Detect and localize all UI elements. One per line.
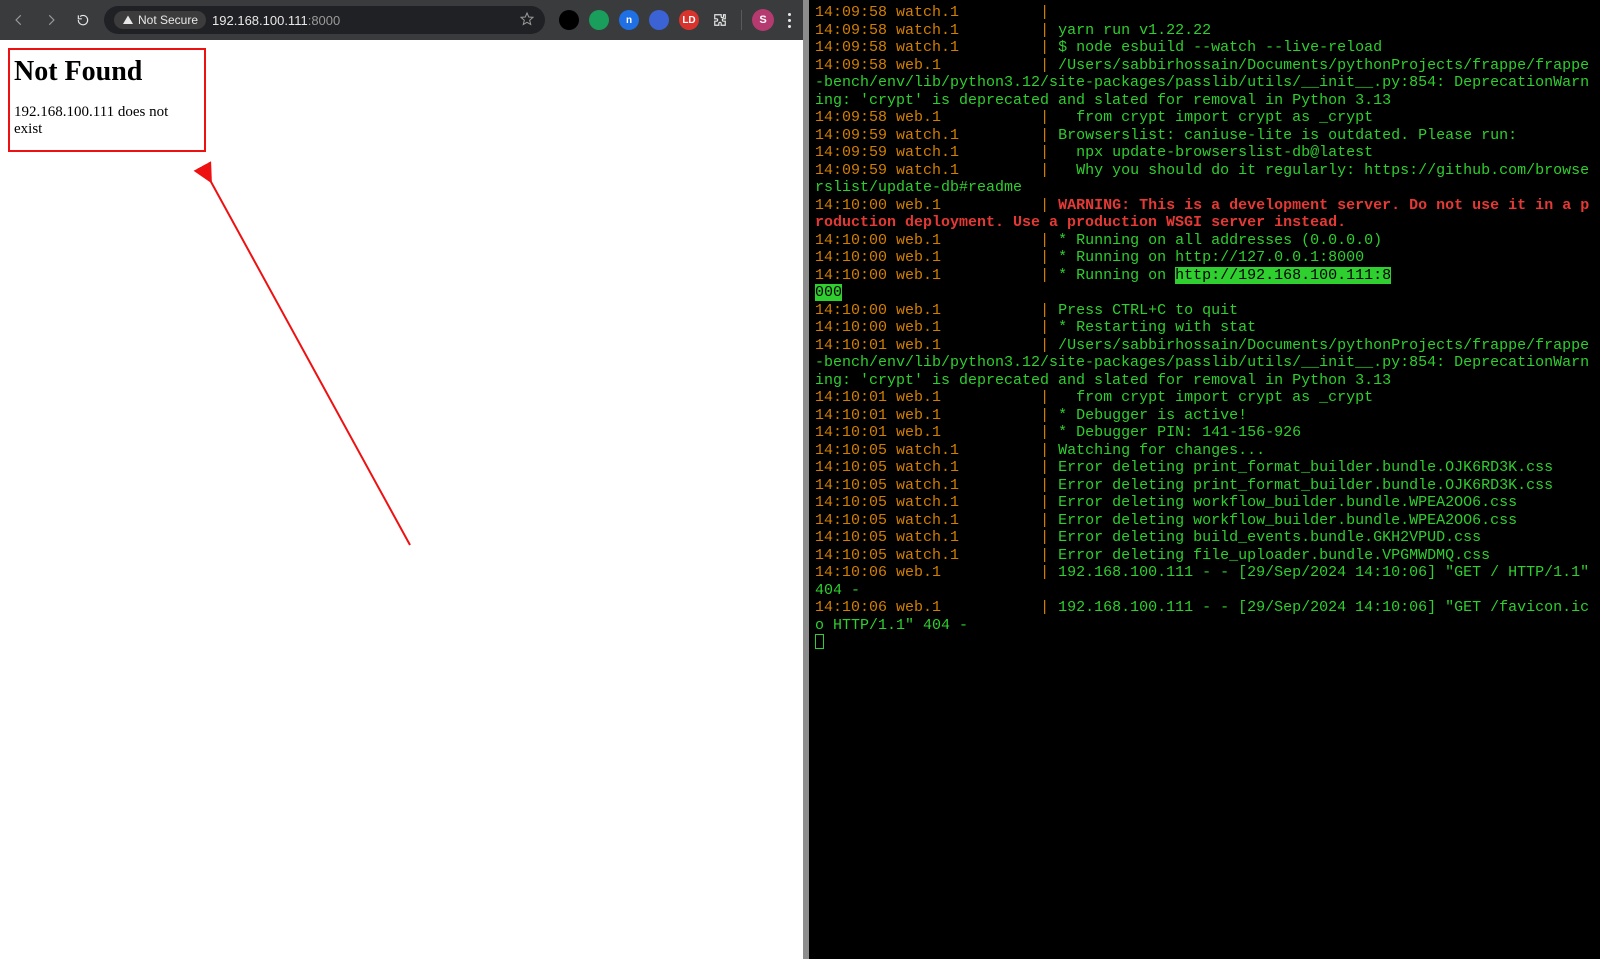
page-heading: Not Found (14, 56, 194, 88)
terminal-pane[interactable]: 14:09:58 watch.1 | 14:09:58 watch.1 | ya… (809, 0, 1600, 959)
terminal-cursor (815, 634, 824, 649)
reload-button[interactable] (72, 9, 94, 31)
url-text: 192.168.100.111:8000 (212, 13, 340, 28)
warning-triangle-icon (122, 14, 134, 26)
back-button[interactable] (8, 9, 30, 31)
annotation-arrow (0, 40, 803, 940)
browser-toolbar: Not Secure 192.168.100.111:8000 n LD S (0, 0, 803, 40)
puzzle-icon (713, 13, 727, 27)
extension-icon-1[interactable] (589, 10, 609, 30)
address-bar[interactable]: Not Secure 192.168.100.111:8000 (104, 6, 545, 34)
security-chip[interactable]: Not Secure (114, 11, 206, 29)
not-found-box: Not Found 192.168.100.111 does not exist (8, 48, 206, 152)
extension-icon-0[interactable] (559, 10, 579, 30)
extension-icon-4[interactable]: LD (679, 10, 699, 30)
overflow-menu-button[interactable] (784, 9, 795, 32)
star-icon (519, 11, 535, 27)
profile-avatar[interactable]: S (752, 9, 774, 31)
extensions-row: n LD (555, 10, 699, 30)
page-message: 192.168.100.111 does not exist (14, 104, 194, 138)
extension-icon-3[interactable] (649, 10, 669, 30)
extension-icon-2[interactable]: n (619, 10, 639, 30)
toolbar-divider (741, 10, 742, 30)
security-label: Not Secure (138, 13, 198, 27)
page-content: Not Found 192.168.100.111 does not exist (0, 40, 803, 959)
forward-button[interactable] (40, 9, 62, 31)
browser-pane: Not Secure 192.168.100.111:8000 n LD S (0, 0, 803, 959)
bookmark-button[interactable] (519, 11, 535, 30)
extensions-button[interactable] (709, 9, 731, 31)
